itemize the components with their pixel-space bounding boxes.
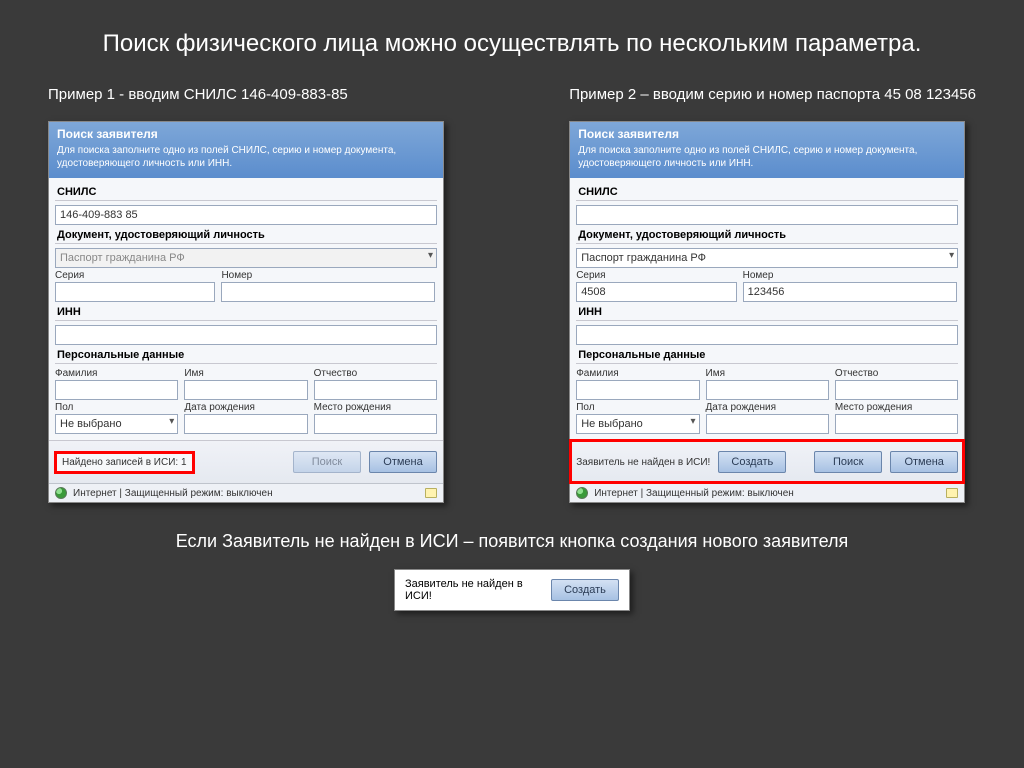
- divider: [576, 243, 958, 244]
- otch-input[interactable]: [314, 380, 437, 400]
- slide-title: Поиск физического лица можно осуществлят…: [0, 0, 1024, 76]
- inn-input[interactable]: [55, 325, 437, 345]
- nomer-input[interactable]: [221, 282, 435, 302]
- nomer-label: Номер: [221, 270, 435, 281]
- protected-mode-icon: [946, 488, 958, 498]
- fam-label: Фамилия: [55, 368, 178, 379]
- nomer-input[interactable]: [743, 282, 957, 302]
- status-bar: Интернет | Защищенный режим: выключен: [570, 483, 964, 502]
- example1-caption: Пример 1 - вводим СНИЛС 146-409-883-85: [48, 86, 444, 103]
- dob-label: Дата рождения: [184, 402, 307, 413]
- seria-label: Серия: [55, 270, 215, 281]
- personal-label: Персональные данные: [55, 345, 437, 363]
- doc-select[interactable]: [576, 248, 958, 268]
- dob-input[interactable]: [706, 414, 829, 434]
- examples-row: Пример 1 - вводим СНИЛС 146-409-883-85 П…: [0, 76, 1024, 503]
- form-footer: Заявитель не найден в ИСИ! Создать Поиск…: [570, 440, 964, 483]
- fam-label: Фамилия: [576, 368, 699, 379]
- search-button[interactable]: Поиск: [814, 451, 882, 473]
- protected-mode-icon: [425, 488, 437, 498]
- pob-input[interactable]: [835, 414, 958, 434]
- seria-input[interactable]: [55, 282, 215, 302]
- pob-label: Место рождения: [314, 402, 437, 413]
- divider: [55, 320, 437, 321]
- doc-label: Документ, удостоверяющий личность: [576, 225, 958, 243]
- form-window-2: Поиск заявителя Для поиска заполните одн…: [569, 121, 965, 503]
- pob-input[interactable]: [314, 414, 437, 434]
- floating-create-msg: Заявитель не найден в ИСИ!: [405, 578, 543, 602]
- imya-input[interactable]: [184, 380, 307, 400]
- search-button[interactable]: Поиск: [293, 451, 361, 473]
- form-header: Поиск заявителя Для поиска заполните одн…: [570, 122, 964, 178]
- snils-label: СНИЛС: [55, 182, 437, 200]
- imya-label: Имя: [706, 368, 829, 379]
- form-body: СНИЛС Документ, удостоверяющий личность …: [570, 178, 964, 440]
- divider: [576, 363, 958, 364]
- dob-label: Дата рождения: [706, 402, 829, 413]
- form-subtitle: Для поиска заполните одно из полей СНИЛС…: [578, 144, 956, 170]
- floating-create-button[interactable]: Создать: [551, 579, 619, 601]
- divider: [55, 200, 437, 201]
- example-1: Пример 1 - вводим СНИЛС 146-409-883-85 П…: [48, 86, 444, 503]
- personal-label: Персональные данные: [576, 345, 958, 363]
- form-header: Поиск заявителя Для поиска заполните одн…: [49, 122, 443, 178]
- form-footer: Найдено записей в ИСИ: 1 Поиск Отмена: [49, 440, 443, 483]
- form-subtitle: Для поиска заполните одно из полей СНИЛС…: [57, 144, 435, 170]
- imya-input[interactable]: [706, 380, 829, 400]
- inn-label: ИНН: [55, 302, 437, 320]
- seria-input[interactable]: [576, 282, 736, 302]
- form-title: Поиск заявителя: [578, 127, 956, 141]
- bottom-caption: Если Заявитель не найден в ИСИ – появитс…: [0, 503, 1024, 568]
- pol-select-wrap[interactable]: [55, 414, 178, 434]
- status-bar: Интернет | Защищенный режим: выключен: [49, 483, 443, 502]
- inn-label: ИНН: [576, 302, 958, 320]
- status-found: Найдено записей в ИСИ: 1: [55, 452, 194, 473]
- otch-label: Отчество: [314, 368, 437, 379]
- form-window-1: Поиск заявителя Для поиска заполните одн…: [48, 121, 444, 503]
- statusbar-text: Интернет | Защищенный режим: выключен: [73, 488, 273, 499]
- pol-select[interactable]: [576, 414, 699, 434]
- fam-input[interactable]: [576, 380, 699, 400]
- doc-select-wrap[interactable]: [576, 248, 958, 268]
- globe-icon: [55, 487, 67, 499]
- snils-input[interactable]: [576, 205, 958, 225]
- divider: [55, 243, 437, 244]
- doc-select-wrap[interactable]: [55, 248, 437, 268]
- snils-input[interactable]: [55, 205, 437, 225]
- divider: [55, 363, 437, 364]
- doc-select[interactable]: [55, 248, 437, 268]
- globe-icon: [576, 487, 588, 499]
- cancel-button[interactable]: Отмена: [369, 451, 437, 473]
- divider: [576, 200, 958, 201]
- nomer-label: Номер: [743, 270, 957, 281]
- example-2: Пример 2 – вводим серию и номер паспорта…: [569, 86, 976, 503]
- pol-select-wrap[interactable]: [576, 414, 699, 434]
- pol-label: Пол: [55, 402, 178, 413]
- form-body: СНИЛС Документ, удостоверяющий личность …: [49, 178, 443, 440]
- fam-input[interactable]: [55, 380, 178, 400]
- floating-create-panel: Заявитель не найден в ИСИ! Создать: [394, 569, 630, 611]
- snils-label: СНИЛС: [576, 182, 958, 200]
- dob-input[interactable]: [184, 414, 307, 434]
- cancel-button[interactable]: Отмена: [890, 451, 958, 473]
- inn-input[interactable]: [576, 325, 958, 345]
- otch-input[interactable]: [835, 380, 958, 400]
- seria-label: Серия: [576, 270, 736, 281]
- imya-label: Имя: [184, 368, 307, 379]
- form-title: Поиск заявителя: [57, 127, 435, 141]
- pob-label: Место рождения: [835, 402, 958, 413]
- otch-label: Отчество: [835, 368, 958, 379]
- example2-caption: Пример 2 – вводим серию и номер паспорта…: [569, 86, 976, 103]
- divider: [576, 320, 958, 321]
- pol-label: Пол: [576, 402, 699, 413]
- statusbar-text: Интернет | Защищенный режим: выключен: [594, 488, 794, 499]
- create-button[interactable]: Создать: [718, 451, 786, 473]
- pol-select[interactable]: [55, 414, 178, 434]
- status-notfound: Заявитель не найден в ИСИ!: [576, 457, 710, 468]
- doc-label: Документ, удостоверяющий личность: [55, 225, 437, 243]
